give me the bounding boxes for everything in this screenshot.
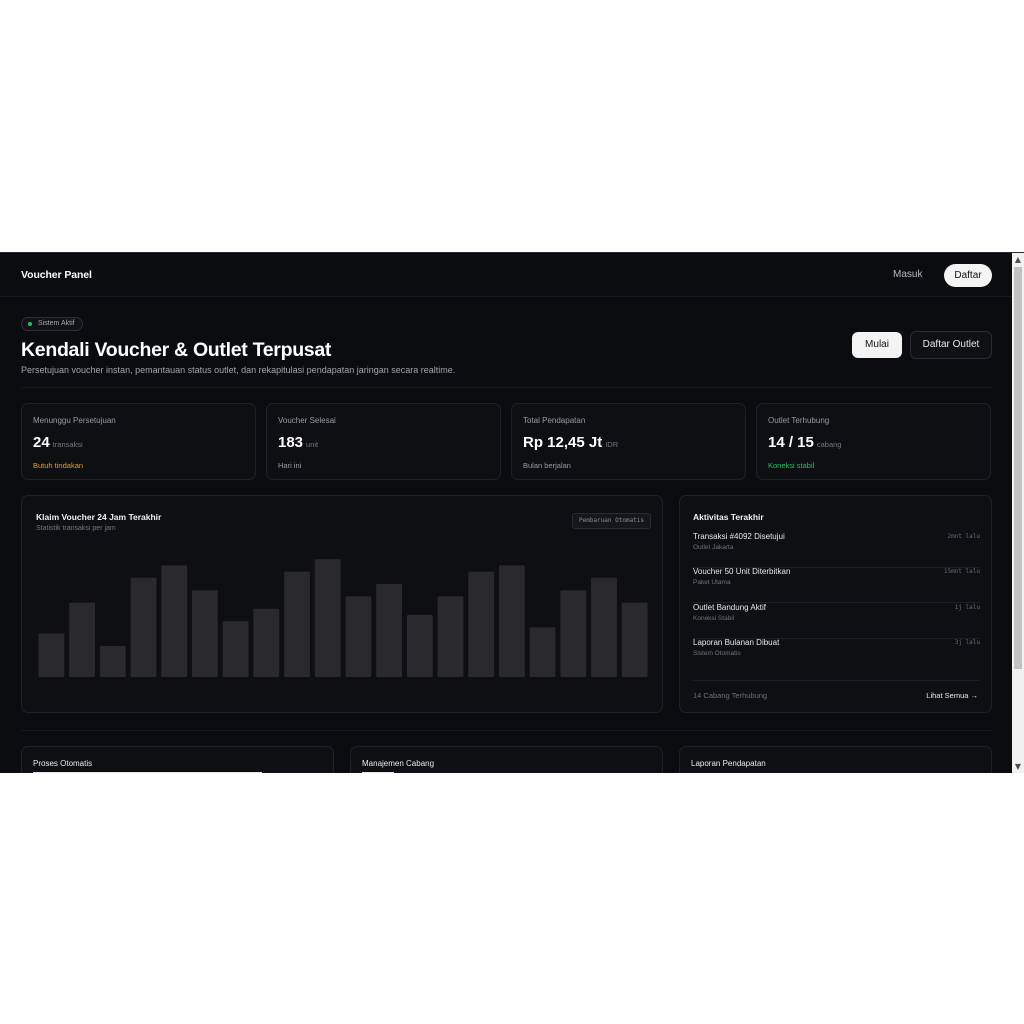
feature-card-accent bbox=[362, 772, 394, 773]
chart-bar bbox=[376, 584, 402, 677]
stat-unit: IDR bbox=[605, 440, 619, 449]
stat-unit: unit bbox=[306, 440, 319, 449]
chart-title: Klaim Voucher 24 Jam Terakhir bbox=[36, 512, 162, 522]
scroll-down-icon[interactable]: ▼ bbox=[1012, 760, 1024, 773]
chart-bar bbox=[222, 621, 249, 677]
chart-bar bbox=[161, 565, 188, 677]
outlet-list-button[interactable]: Daftar Outlet bbox=[910, 331, 992, 359]
chart-bar bbox=[130, 577, 157, 677]
activity-item[interactable]: Transaksi #4092 Disetujui Outlet Jakarta… bbox=[693, 532, 980, 568]
page-title: Kendali Voucher & Outlet Terpusat bbox=[21, 339, 332, 361]
voucher-claims-bar-chart bbox=[38, 559, 648, 677]
activity-meta: Sistem Otomatis bbox=[693, 650, 741, 657]
chart-bar bbox=[69, 602, 95, 677]
chart-bar bbox=[253, 608, 280, 677]
activity-time: 1j lalu bbox=[954, 604, 980, 611]
feature-card-automation: Proses Otomatis bbox=[21, 746, 334, 773]
stat-card-revenue: Total Pendapatan Rp 12,45 Jt IDR Bulan be… bbox=[511, 403, 746, 480]
activity-footer-divider bbox=[693, 680, 980, 681]
chart-bar bbox=[192, 590, 218, 677]
stat-number: 24 bbox=[33, 434, 50, 451]
activity-time: 15mnt lalu bbox=[943, 568, 980, 575]
activity-name: Transaksi #4092 Disetujui bbox=[693, 532, 785, 541]
stat-note: Bulan berjalan bbox=[523, 461, 571, 470]
activity-meta: Koneksi Stabil bbox=[693, 615, 735, 622]
status-dot-icon bbox=[28, 322, 32, 326]
activity-item[interactable]: Outlet Bandung Aktif Koneksi Stabil 1j l… bbox=[693, 603, 980, 639]
auto-update-tag: Pembaruan Otomatis bbox=[572, 513, 652, 529]
chart-bar bbox=[437, 596, 464, 677]
feature-card-branches: Manajemen Cabang bbox=[350, 746, 663, 773]
chart-bar bbox=[314, 559, 341, 677]
activity-item[interactable]: Laporan Bulanan Dibuat Sistem Otomatis 3… bbox=[693, 638, 980, 674]
stat-label: Total Pendapatan bbox=[523, 416, 586, 425]
dashboard-page: Voucher Panel Masuk Daftar Sistem Aktif … bbox=[0, 253, 1012, 773]
stat-unit: transaksi bbox=[52, 440, 83, 449]
stat-note: Hari ini bbox=[278, 461, 302, 470]
activity-title: Aktivitas Terakhir bbox=[693, 512, 764, 522]
stat-card-completed: Voucher Selesai 183 unit Hari ini bbox=[266, 403, 501, 480]
chart-bar bbox=[468, 571, 495, 677]
scroll-up-icon[interactable]: ▲ bbox=[1012, 253, 1024, 267]
stat-label: Voucher Selesai bbox=[278, 416, 336, 425]
view-all-link[interactable]: Lihat Semua → bbox=[926, 691, 978, 700]
feature-card-accent bbox=[33, 772, 262, 773]
chart-subtitle: Statistik transaksi per jam bbox=[36, 525, 116, 532]
stat-number: 183 bbox=[278, 434, 304, 451]
chart-bar bbox=[621, 602, 648, 677]
activity-name: Outlet Bandung Aktif bbox=[693, 603, 766, 612]
stat-note: Butuh tindakan bbox=[33, 461, 84, 470]
feature-card-revenue: Laporan Pendapatan bbox=[679, 746, 992, 773]
chart-bar bbox=[499, 565, 525, 677]
stat-card-outlets: Outlet Terhubung 14 / 15 cabang Koneksi s… bbox=[756, 403, 991, 480]
activity-name: Laporan Bulanan Dibuat bbox=[693, 638, 780, 647]
activity-item[interactable]: Voucher 50 Unit Diterbitkan Paket Utama … bbox=[693, 567, 980, 603]
activity-time: 3j lalu bbox=[954, 639, 980, 646]
system-status-badge: Sistem Aktif bbox=[21, 317, 83, 331]
chart-bar bbox=[284, 571, 310, 677]
activity-meta: Paket Utama bbox=[693, 579, 731, 586]
feature-card-title: Laporan Pendapatan bbox=[691, 759, 766, 768]
page-subtitle: Persetujuan voucher instan, pemantauan s… bbox=[21, 365, 456, 375]
stat-label: Menunggu Persetujuan bbox=[33, 416, 116, 425]
login-link[interactable]: Masuk bbox=[893, 269, 922, 280]
stat-label: Outlet Terhubung bbox=[768, 416, 830, 425]
activity-name: Voucher 50 Unit Diterbitkan bbox=[693, 567, 791, 576]
voucher-claims-chart-card: Klaim Voucher 24 Jam Terakhir Statistik … bbox=[21, 495, 663, 713]
connected-branches-count: 14 Cabang Terhubung bbox=[693, 691, 768, 700]
chart-bar bbox=[560, 590, 587, 677]
stat-number: 14 / 15 bbox=[768, 434, 814, 451]
scroll-thumb[interactable] bbox=[1014, 267, 1022, 669]
chart-bar bbox=[99, 646, 126, 677]
stat-value: 14 / 15 cabang bbox=[768, 434, 841, 451]
stat-value: 24 transaksi bbox=[33, 434, 83, 451]
activity-time: 2mnt lalu bbox=[947, 533, 980, 540]
register-button[interactable]: Daftar bbox=[944, 264, 992, 287]
top-navbar: Voucher Panel Masuk Daftar bbox=[0, 253, 1012, 297]
stat-value: Rp 12,45 Jt IDR bbox=[523, 434, 618, 451]
stat-card-pending: Menunggu Persetujuan 24 transaksi Butuh t… bbox=[21, 403, 256, 480]
start-button[interactable]: Mulai bbox=[852, 332, 902, 358]
stat-note: Koneksi stabil bbox=[768, 461, 815, 470]
chart-bar bbox=[529, 627, 556, 677]
stat-number: Rp 12,45 Jt bbox=[523, 434, 603, 451]
brand-logo-text[interactable]: Voucher Panel bbox=[21, 269, 92, 281]
vertical-scrollbar[interactable]: ▲ ▼ bbox=[1012, 253, 1024, 773]
chart-bar bbox=[38, 633, 65, 677]
recent-activity-card: Aktivitas Terakhir Transaksi #4092 Diset… bbox=[679, 495, 992, 713]
stat-unit: cabang bbox=[816, 440, 842, 449]
stat-value: 183 unit bbox=[278, 434, 318, 451]
activity-meta: Outlet Jakarta bbox=[693, 544, 734, 551]
chart-bar bbox=[406, 615, 433, 677]
system-status-label: Sistem Aktif bbox=[38, 320, 75, 327]
browser-viewport: Voucher Panel Masuk Daftar Sistem Aktif … bbox=[0, 252, 1024, 773]
feature-card-title: Manajemen Cabang bbox=[362, 759, 435, 768]
section-divider bbox=[21, 730, 992, 731]
hero-divider bbox=[21, 387, 992, 388]
feature-card-title: Proses Otomatis bbox=[33, 759, 93, 768]
chart-bar bbox=[591, 577, 617, 677]
chart-bar bbox=[345, 596, 372, 677]
